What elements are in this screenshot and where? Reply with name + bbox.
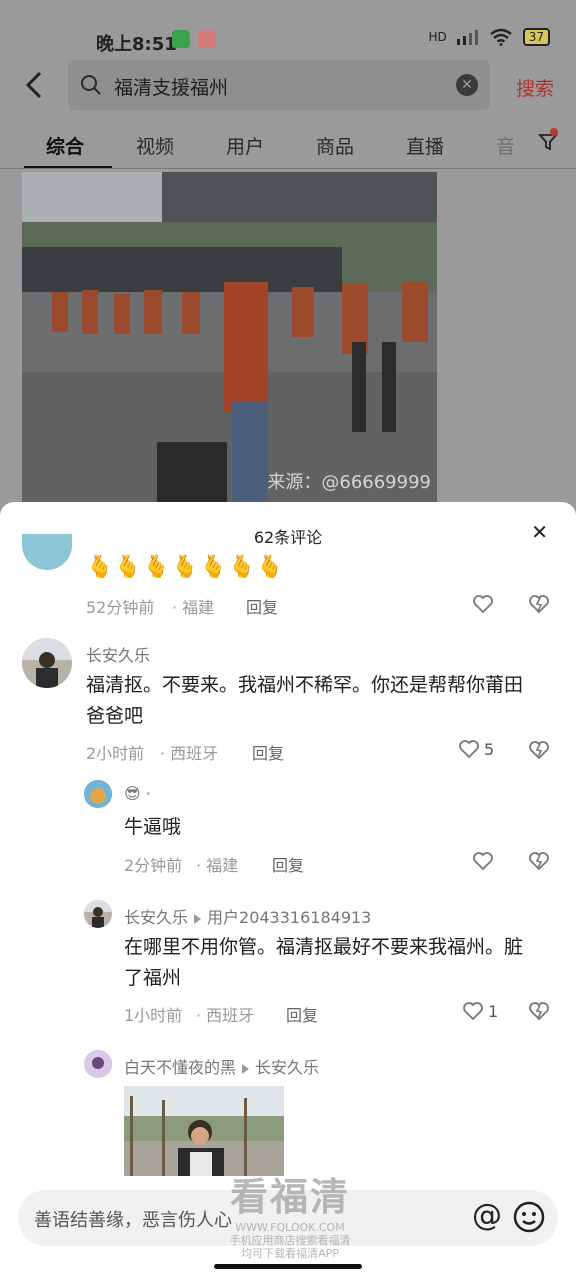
avatar[interactable]: [84, 780, 112, 808]
watermark-title: 看福清: [229, 1175, 350, 1219]
comment-time: 2分钟前: [124, 856, 183, 875]
search-header: 福清支援福州 ✕ 搜索: [0, 60, 576, 112]
commenter-name[interactable]: 长安久乐: [86, 642, 150, 666]
comment-text: 福清抠。不要来。我福州不稀罕。你还是帮帮你莆田: [86, 674, 524, 696]
search-query: 福清支援福州: [114, 77, 229, 99]
comment-location-text: 西班牙: [170, 744, 219, 763]
avatar-photo: [84, 900, 112, 928]
avatar-photo: [84, 1050, 112, 1078]
back-arrow-icon[interactable]: [22, 70, 46, 100]
like-count: 5: [484, 739, 495, 759]
video-source-label: 来源：@66669999: [267, 472, 431, 493]
heart-icon[interactable]: [472, 594, 494, 614]
dislike-icon[interactable]: [528, 594, 550, 614]
tab-all[interactable]: 综合: [46, 132, 84, 159]
comment-location: · 福建: [172, 598, 215, 617]
comment-location: · 西班牙: [160, 744, 219, 763]
heart-icon: [459, 740, 479, 759]
commenter-name-text: 长安久乐: [124, 908, 189, 927]
comment-emoji-text: 🫰🫰🫰🫰🫰🫰🫰: [86, 555, 285, 580]
comment-input-placeholder: 善语结善缘，恶言伤人心: [34, 1210, 232, 1231]
heart-icon: [463, 1002, 483, 1021]
avatar[interactable]: [22, 534, 72, 570]
reply-button[interactable]: 回复: [272, 852, 304, 876]
signal-icon: [456, 30, 478, 45]
commenter-name-text: 白天不懂夜的黑: [124, 1058, 237, 1077]
tab-users[interactable]: 用户: [226, 132, 264, 159]
wechat-icon: [172, 30, 190, 48]
reply-button[interactable]: 回复: [252, 740, 284, 764]
search-button[interactable]: 搜索: [516, 74, 554, 101]
comment-text: 爸爸吧: [86, 705, 144, 727]
tab-live[interactable]: 直播: [406, 132, 444, 159]
comment-text: 牛逼哦: [124, 816, 182, 838]
status-time: 晚上8:51: [96, 34, 177, 55]
comment-location-text: 福建: [182, 598, 215, 617]
network-label: HD: [428, 30, 447, 44]
avatar[interactable]: [84, 900, 112, 928]
tab-products[interactable]: 商品: [316, 132, 354, 159]
commenter-name[interactable]: 😎 ·: [124, 784, 151, 803]
mention-at-icon[interactable]: @: [472, 1198, 502, 1233]
like-count: 1: [488, 1001, 499, 1021]
avatar[interactable]: [84, 1050, 112, 1078]
clear-search-icon[interactable]: ✕: [456, 74, 478, 96]
avatar-photo: [22, 638, 72, 688]
reply-arrow-icon: [242, 1063, 250, 1074]
search-icon: [81, 75, 101, 95]
reply-button[interactable]: 回复: [246, 594, 278, 618]
comment-time: 1小时前: [124, 1006, 183, 1025]
tab-video[interactable]: 视频: [136, 132, 174, 159]
comment-text: 了福州: [124, 967, 182, 989]
video-thumbnail[interactable]: 来源：@66669999: [22, 172, 437, 502]
reply-to-name[interactable]: 用户2043316184913: [207, 908, 371, 927]
reply-arrow-icon: [194, 913, 202, 924]
comment-count-title: 62条评论: [253, 528, 323, 547]
result-tabs: 综合 视频 用户 商品 直播 音: [0, 124, 576, 169]
emoji-icon[interactable]: [512, 1200, 546, 1234]
divider: [0, 168, 576, 169]
tab-music[interactable]: 音: [496, 132, 515, 159]
watermark-url: WWW.FQLOOK.COM: [235, 1221, 345, 1234]
filter-badge-dot: [550, 128, 558, 136]
commenter-name[interactable]: 白天不懂夜的黑 长安久乐: [124, 1054, 319, 1078]
like-button[interactable]: 5: [458, 739, 494, 759]
home-indicator[interactable]: [214, 1264, 362, 1269]
dislike-icon[interactable]: [528, 740, 550, 760]
reply-button[interactable]: 回复: [286, 1002, 318, 1026]
comment-text: 在哪里不用你管。福清抠最好不要来我福州。脏: [124, 936, 524, 958]
video-scene-image: [22, 172, 437, 502]
dislike-icon[interactable]: [528, 1001, 550, 1021]
comment-location: · 福建: [196, 856, 239, 875]
comment-location-text: 福建: [206, 856, 239, 875]
avatar[interactable]: [22, 638, 72, 688]
comment-time: 2小时前: [86, 744, 145, 763]
search-input[interactable]: 福清支援福州 ✕: [68, 60, 490, 110]
comment-location-text: 西班牙: [206, 1006, 255, 1025]
close-icon[interactable]: ✕: [531, 520, 548, 544]
comment-location: · 西班牙: [196, 1006, 255, 1025]
avatar-photo: [84, 780, 112, 808]
wifi-icon: [489, 28, 512, 46]
like-button[interactable]: 1: [462, 1001, 498, 1021]
watermark-line: 手机应用商店搜索看福清: [229, 1234, 351, 1247]
site-watermark: 看福清 WWW.FQLOOK.COM 手机应用商店搜索看福清 均可下载看福清AP…: [220, 1166, 360, 1260]
battery-indicator: 37: [522, 28, 550, 46]
status-bar: 晚上8:51 HD 37: [0, 0, 576, 56]
watermark-line: 均可下载看福清APP: [241, 1247, 339, 1260]
dislike-icon[interactable]: [528, 851, 550, 871]
app-notification-icon: [198, 30, 216, 48]
commenter-name[interactable]: 长安久乐 用户2043316184913: [124, 904, 371, 928]
comment-sheet: 62条评论 ✕ 🫰🫰🫰🫰🫰🫰🫰 52分钟前 · 福建 回复 长安久乐 福清抠。不…: [0, 502, 576, 1280]
comment-time: 52分钟前: [86, 598, 155, 617]
reply-to-name[interactable]: 长安久乐: [255, 1058, 319, 1077]
heart-icon[interactable]: [472, 851, 494, 871]
